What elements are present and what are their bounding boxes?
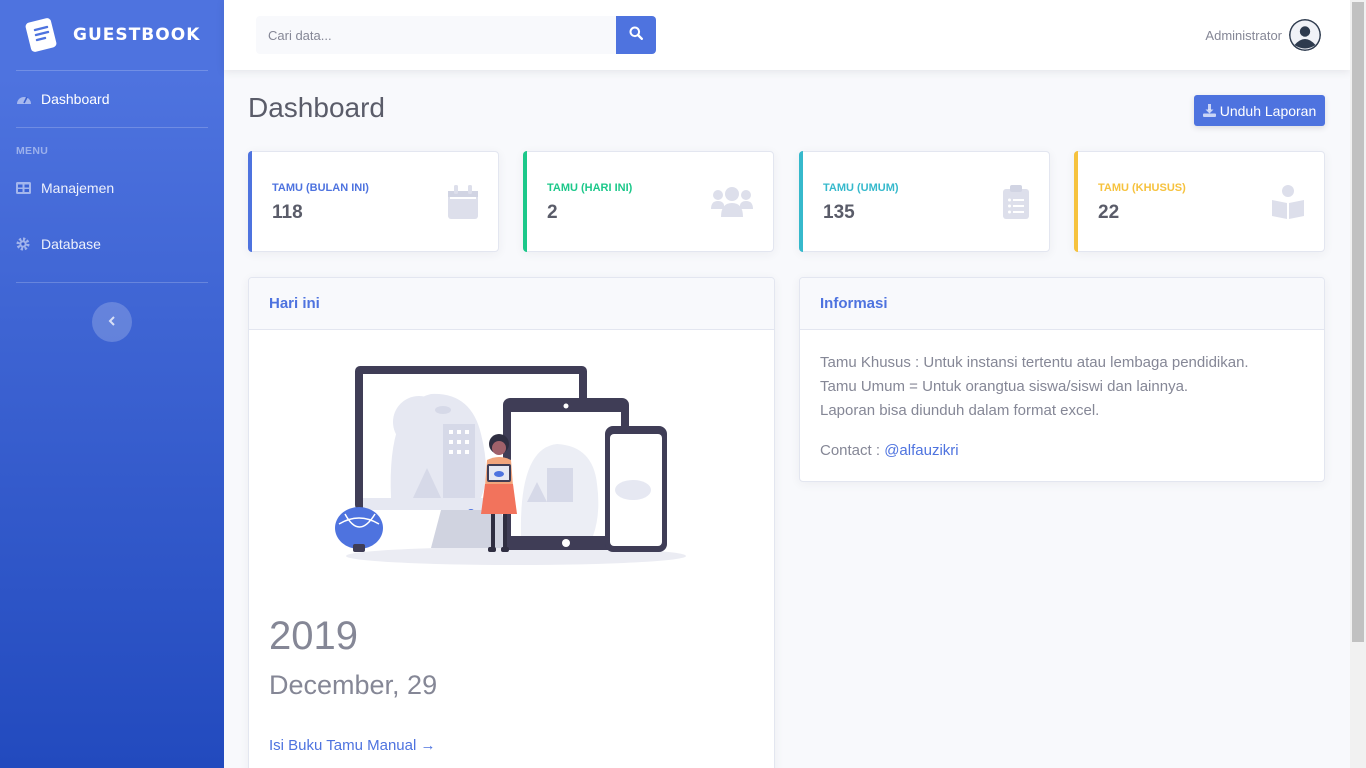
topbar: Administrator [224, 0, 1350, 70]
stat-card-month: TAMU (BULAN INI) 118 [248, 151, 499, 252]
chevron-left-icon [108, 313, 116, 331]
stat-value: 135 [823, 202, 855, 223]
brand-name: GUESTBOOK [73, 25, 201, 45]
calendar-icon [448, 185, 478, 224]
stat-accent [799, 151, 803, 252]
stat-label: TAMU (KHUSUS) [1098, 182, 1186, 194]
clipboard-icon [1003, 185, 1029, 224]
user-name: Administrator [1205, 27, 1282, 43]
search-input[interactable] [256, 16, 616, 54]
download-label: Unduh Laporan [1219, 102, 1317, 119]
stat-label: TAMU (BULAN INI) [272, 182, 369, 194]
stat-card-today: TAMU (HARI INI) 2 [523, 151, 774, 252]
user-menu[interactable]: Administrator [1205, 19, 1321, 51]
today-card-title: Hari ini [249, 278, 774, 330]
info-line: Tamu Umum = Untuk orangtua siswa/siswi d… [820, 378, 1189, 395]
scrollbar[interactable] [1350, 0, 1366, 768]
book-reader-icon [1272, 185, 1304, 224]
today-card: Hari ini 2019 December, 29 Isi Buku Tamu… [248, 277, 775, 768]
sidebar-item-dashboard[interactable]: Dashboard [0, 71, 224, 127]
devices-illustration [331, 364, 691, 573]
sidebar-item-manajemen[interactable]: Manajemen [0, 170, 224, 206]
info-card-title: Informasi [800, 278, 1324, 330]
current-year: 2019 [269, 614, 358, 658]
download-icon [1202, 104, 1216, 117]
sidebar-divider [16, 282, 208, 283]
sidebar-item-label: Database [41, 236, 101, 252]
stat-value: 22 [1098, 202, 1120, 223]
stat-accent [1074, 151, 1078, 252]
stat-accent [248, 151, 252, 252]
brand[interactable]: GUESTBOOK [0, 0, 224, 70]
stat-accent [523, 151, 527, 252]
current-date: December, 29 [269, 670, 438, 700]
search-bar [256, 16, 656, 54]
stat-card-general: TAMU (UMUM) 135 [799, 151, 1050, 252]
contact-line: Contact : @alfauzikri [820, 439, 1304, 463]
sidebar-item-label: Dashboard [41, 91, 110, 107]
sidebar-toggle-button[interactable] [92, 302, 132, 342]
table-icon [16, 182, 34, 194]
page-title: Dashboard [248, 92, 385, 123]
book-icon [24, 17, 60, 53]
stat-value: 118 [272, 202, 303, 223]
download-report-button[interactable]: Unduh Laporan [1194, 95, 1325, 126]
gear-icon [16, 237, 34, 251]
contact-label: Contact : [820, 442, 881, 459]
info-body: Tamu Khusus : Untuk instansi tertentu at… [800, 330, 1324, 481]
info-line: Laporan bisa diunduh dalam format excel. [820, 402, 1100, 419]
sidebar-heading: MENU [16, 145, 49, 157]
search-icon [629, 26, 644, 45]
info-card: Informasi Tamu Khusus : Untuk instansi t… [799, 277, 1325, 482]
stat-label: TAMU (HARI INI) [547, 182, 633, 194]
users-icon [711, 187, 753, 222]
sidebar-item-label: Manajemen [41, 180, 115, 196]
contact-link[interactable]: @alfauzikri [884, 442, 958, 459]
sidebar: GUESTBOOK Dashboard MENU Manajemen Datab… [0, 0, 224, 768]
scrollbar-thumb[interactable] [1352, 2, 1364, 642]
tachometer-icon [16, 93, 34, 105]
stat-card-special: TAMU (KHUSUS) 22 [1074, 151, 1325, 252]
search-button[interactable] [616, 16, 656, 54]
stat-value: 2 [547, 202, 558, 223]
manual-guestbook-link[interactable]: Isi Buku Tamu Manual → [269, 737, 435, 754]
stat-label: TAMU (UMUM) [823, 182, 899, 194]
info-line: Tamu Khusus : Untuk instansi tertentu at… [820, 354, 1249, 371]
sidebar-item-database[interactable]: Database [0, 206, 224, 282]
avatar [1289, 19, 1321, 51]
